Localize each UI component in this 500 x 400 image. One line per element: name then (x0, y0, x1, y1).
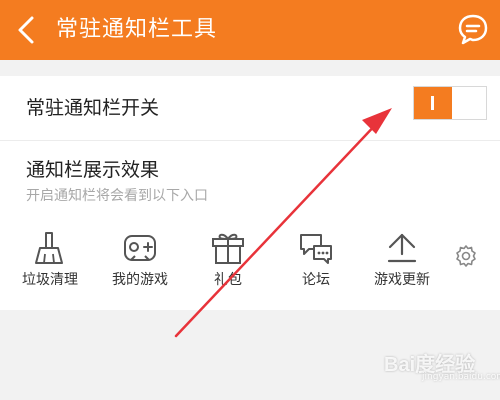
toggle-label: 常驻通知栏开关 (26, 97, 160, 119)
app-header: 常驻通知栏工具 (0, 0, 500, 60)
shortcut-item-game-update[interactable]: 游戏更新 (362, 226, 442, 294)
upload-icon (387, 233, 417, 263)
back-button[interactable] (12, 14, 42, 46)
settings-button[interactable] (454, 244, 478, 268)
shortcut-label: 游戏更新 (374, 272, 430, 288)
gamepad-icon (124, 235, 156, 261)
shortcut-label: 礼包 (214, 272, 242, 288)
shortcut-item-cleanup[interactable]: 垃圾清理 (10, 226, 90, 294)
page-title: 常驻通知栏工具 (56, 17, 218, 42)
chat-bubble-icon (458, 14, 488, 45)
watermark-logo: Bai度经验 jingyan.baidu.com (384, 346, 500, 386)
effect-title: 通知栏展示效果 (26, 159, 160, 181)
shortcut-item-my-games[interactable]: 我的游戏 (100, 226, 180, 294)
shortcut-label: 论坛 (302, 272, 330, 288)
toggle-row: 常驻通知栏开关 (0, 76, 500, 141)
forum-icon (300, 234, 332, 264)
shortcut-label: 我的游戏 (112, 272, 168, 288)
shortcut-label: 垃圾清理 (22, 272, 78, 288)
chat-button[interactable] (456, 12, 490, 46)
watermark-sub: jingyan.baidu.com (422, 372, 500, 382)
shortcut-item-forum[interactable]: 论坛 (276, 226, 356, 294)
chevron-left-icon (18, 16, 34, 44)
broom-icon (35, 232, 63, 264)
notification-toggle-switch[interactable] (413, 86, 487, 120)
gift-icon (212, 233, 244, 264)
gear-icon (456, 245, 476, 267)
shortcut-item-gift[interactable]: 礼包 (188, 226, 268, 294)
settings-card: 常驻通知栏开关 通知栏展示效果 开启通知栏将会看到以下入口 垃圾清理 我的游戏 (0, 76, 500, 310)
switch-knob (414, 87, 452, 119)
effect-subtitle: 开启通知栏将会看到以下入口 (26, 188, 208, 204)
